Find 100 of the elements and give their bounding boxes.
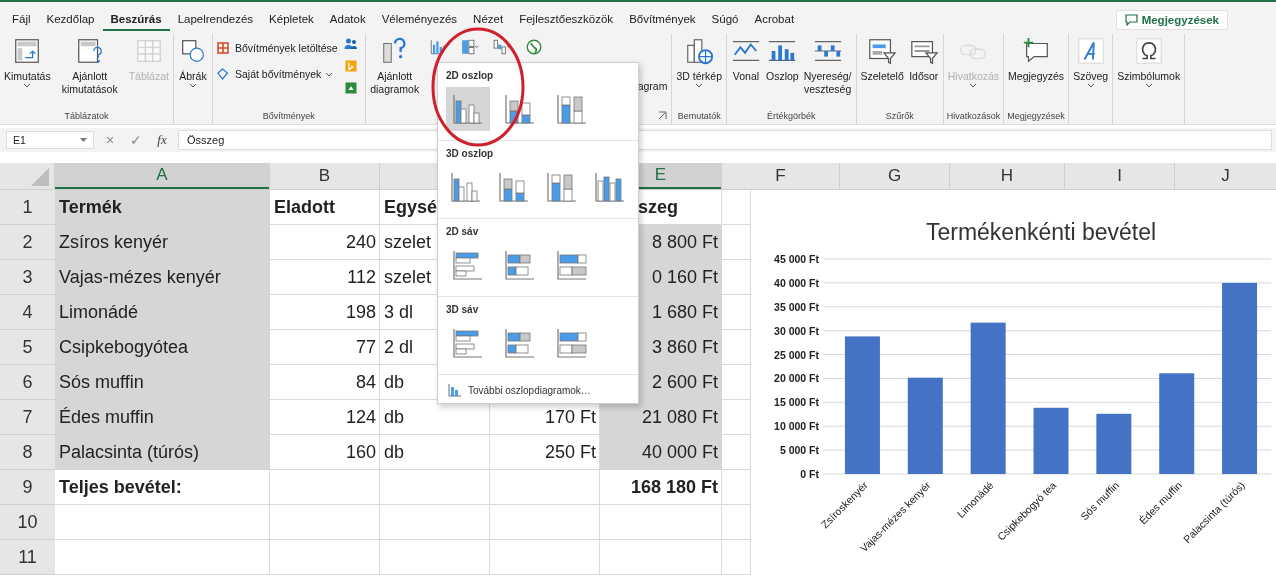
- row-header[interactable]: 9: [0, 470, 55, 505]
- column-header[interactable]: B: [270, 163, 379, 189]
- text-icon: [1075, 36, 1106, 66]
- ribbon-tab[interactable]: Nézet: [465, 9, 512, 31]
- caret-icon: [1086, 82, 1095, 88]
- name-box[interactable]: E1: [6, 131, 94, 149]
- ribbon-button[interactable]: 3D térkép: [674, 34, 724, 90]
- waterfall-chart-icon[interactable]: [492, 38, 511, 56]
- ribbon-tab[interactable]: Képletek: [261, 9, 322, 31]
- insert-function-button[interactable]: fx: [152, 132, 172, 148]
- ribbon-tab[interactable]: Fájl: [4, 9, 39, 31]
- column-chart-icon: [546, 171, 578, 203]
- column-header[interactable]: H: [950, 163, 1064, 189]
- comments-button[interactable]: Megjegyzések: [1115, 10, 1228, 30]
- people-icon[interactable]: [342, 36, 359, 52]
- bar-chart-icon: [556, 249, 588, 281]
- row-header[interactable]: 7: [0, 400, 55, 435]
- ribbon-button[interactable]: Vonal: [729, 34, 763, 85]
- globe-icon[interactable]: [524, 38, 543, 56]
- dialog-launcher-icon[interactable]: [658, 111, 668, 120]
- row-header[interactable]: 6: [0, 365, 55, 400]
- table-cell-text: 84: [354, 371, 377, 394]
- column-chart-icon: [556, 93, 588, 125]
- table-cell-text: 112: [346, 266, 377, 289]
- group-label: Bővítmények: [262, 111, 315, 121]
- ribbon-button[interactable]: Idősor: [906, 34, 941, 85]
- row-header[interactable]: 2: [0, 225, 55, 260]
- axis-label: 25 000 Ft: [774, 348, 819, 361]
- group-label: Szűrők: [885, 111, 914, 121]
- table-cell: Palacsinta (túrós): [55, 435, 270, 470]
- axis-label: 20 000 Ft: [774, 372, 819, 385]
- column-chart-icon: [452, 93, 484, 125]
- bar-chart-icon: [556, 327, 588, 359]
- ribbon-button[interactable]: Kimutatás: [2, 34, 53, 90]
- axis-label: 0 Ft: [800, 468, 819, 480]
- table-cell-text: 160: [344, 441, 377, 464]
- row-header[interactable]: 11: [0, 540, 55, 575]
- row-header[interactable]: 1: [0, 190, 55, 225]
- ribbon-button[interactable]: Szeletelő: [858, 34, 906, 85]
- ribbon-tab[interactable]: Acrobat: [746, 9, 803, 31]
- table-cell-text: Egysé: [383, 196, 439, 219]
- ribbon-button[interactable]: Bővítmények letöltése: [214, 40, 338, 56]
- chart-bar: [1033, 407, 1069, 474]
- ribbon-tab[interactable]: Lapelrendezés: [169, 9, 262, 31]
- ribbon-button[interactable]: Szöveg: [1071, 34, 1111, 90]
- table-cell: Limonádé: [55, 295, 270, 330]
- ribbon-button[interactable]: Megjegyzés: [1006, 34, 1067, 85]
- column-header[interactable]: I: [1065, 163, 1174, 189]
- column-chart-icon: [594, 171, 626, 203]
- section-title: 3D oszlop: [446, 148, 495, 159]
- table-cell: 40 000 Ft: [600, 435, 722, 470]
- ribbon-button[interactable]: agram: [627, 78, 670, 95]
- column-header[interactable]: J: [1175, 163, 1276, 189]
- row-header[interactable]: 8: [0, 435, 55, 470]
- table-cell: Termék: [55, 190, 270, 225]
- buildings-globe-icon: [684, 36, 715, 66]
- row-header[interactable]: 3: [0, 260, 55, 295]
- column-chart-icon: [450, 171, 482, 203]
- comment-icon: [1124, 14, 1138, 26]
- bar-chart-icon: [504, 327, 536, 359]
- chart-area[interactable]: [750, 190, 1276, 575]
- ribbon-button[interactable]: Ajánlott kimutatások: [53, 34, 126, 98]
- table-cell: Zsíros kenyér: [55, 225, 270, 260]
- ribbon-tab[interactable]: Adatok: [321, 9, 374, 31]
- column-header[interactable]: G: [840, 163, 949, 189]
- ribbon-button[interactable]: Szimbólumok: [1115, 34, 1183, 90]
- table-cell-text: Eladott: [273, 196, 336, 219]
- caret-icon: [80, 138, 87, 142]
- ribbon-button[interactable]: Oszlop: [764, 34, 801, 85]
- group-label: Értékgörbék: [767, 111, 816, 121]
- axis-label: 15 000 Ft: [774, 396, 819, 409]
- ribbon-button[interactable]: Ábrák: [175, 34, 210, 90]
- bar-chart-icon: [504, 249, 536, 281]
- column-chart-icon[interactable]: [428, 38, 447, 56]
- row-header[interactable]: 10: [0, 505, 55, 540]
- ribbon-tab[interactable]: Fejlesztőeszközök: [511, 9, 622, 31]
- caret-icon: [188, 82, 197, 88]
- row-header[interactable]: 5: [0, 330, 55, 365]
- chart-title: Termékenkénti bevétel: [925, 219, 1157, 245]
- ribbon-button[interactable]: Saját bővítmények: [214, 66, 338, 82]
- column-header[interactable]: F: [722, 163, 839, 189]
- hierarchy-chart-icon[interactable]: [460, 38, 479, 56]
- ribbon-button[interactable]: Nyereség/ veszteség: [801, 34, 854, 98]
- group-label: Táblázatok: [64, 111, 109, 121]
- table-cell-text: szelet: [383, 231, 433, 254]
- group-label: Megjegyzések: [1007, 111, 1065, 121]
- axis-label: 10 000 Ft: [774, 420, 819, 433]
- row-header[interactable]: 4: [0, 295, 55, 330]
- table-cell: Sós muffin: [55, 365, 270, 400]
- ribbon-tab[interactable]: Beszúrás: [102, 9, 170, 31]
- axis-label: 30 000 Ft: [774, 324, 819, 337]
- ribbon-tab[interactable]: Súgó: [703, 9, 747, 31]
- ribbon-button[interactable]: Ajánlott diagramok: [367, 34, 422, 98]
- ribbon-tab[interactable]: Kezdőlap: [38, 9, 103, 31]
- ribbon-tab[interactable]: Véleményezés: [373, 9, 466, 31]
- ribbon-tab[interactable]: Bővítmények: [621, 9, 704, 31]
- chart-bar: [1096, 413, 1132, 474]
- caret-icon: [969, 82, 978, 88]
- chart-type-option[interactable]: [446, 87, 490, 131]
- table-cell: Csipkebogyótea: [55, 330, 270, 365]
